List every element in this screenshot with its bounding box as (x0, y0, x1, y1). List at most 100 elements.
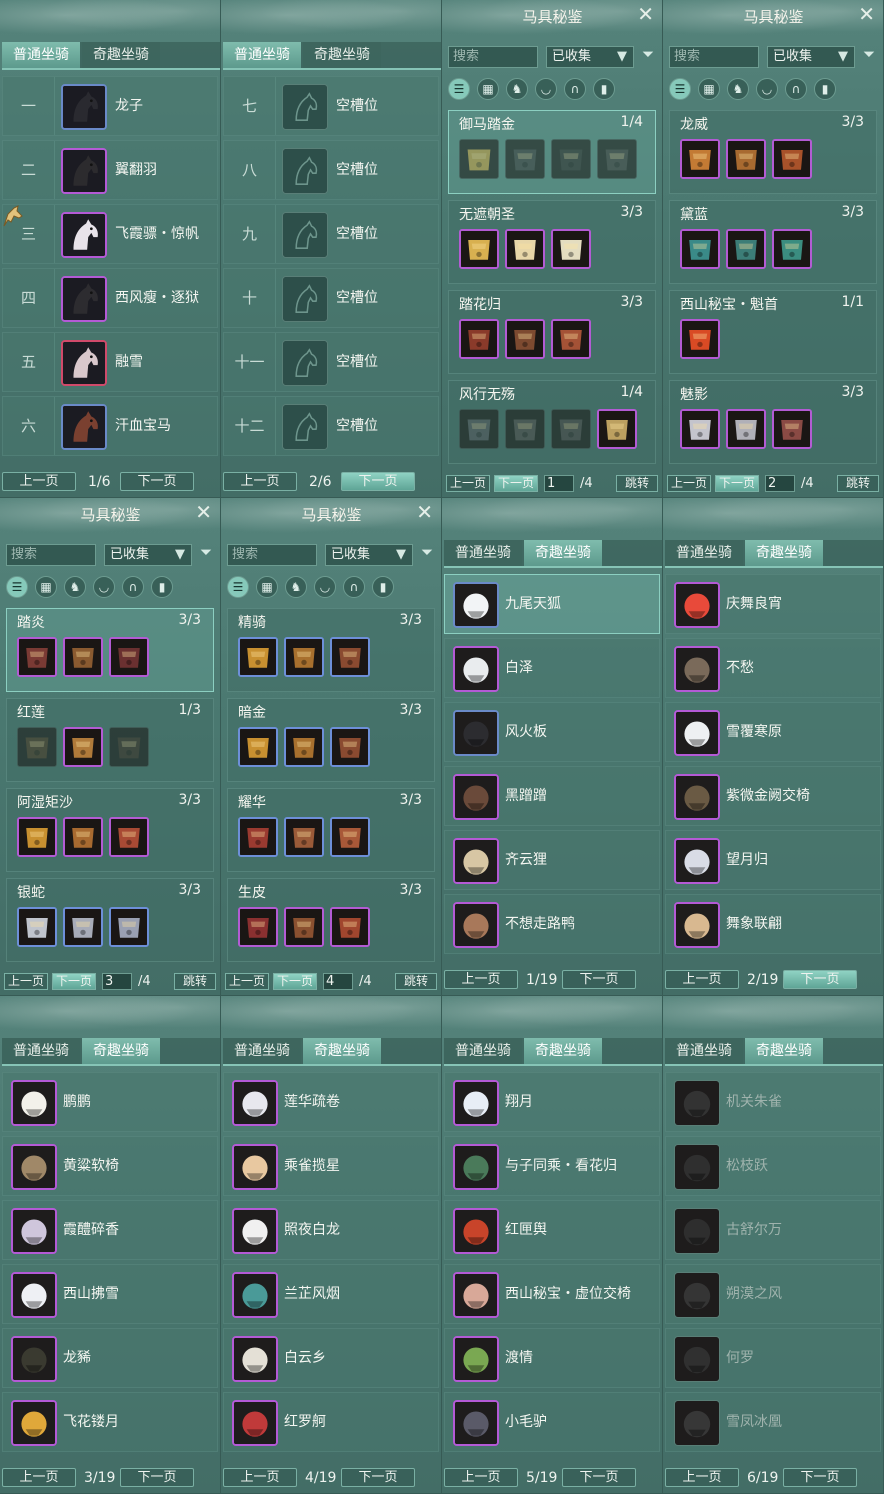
tack-piece-icon[interactable] (17, 817, 57, 857)
fun-mount-row[interactable]: 机关朱雀 (665, 1072, 881, 1132)
tack-piece-icon[interactable] (284, 727, 324, 767)
prev-page-button[interactable]: 上一页 (665, 970, 739, 989)
tack-piece-icon[interactable] (238, 817, 278, 857)
tab-fun-mounts[interactable]: 奇趣坐骑 (82, 42, 160, 68)
tack-piece-icon[interactable] (680, 229, 720, 269)
fun-mount-row[interactable]: 小毛驴 (444, 1392, 660, 1452)
jump-button[interactable]: 跳转 (616, 475, 658, 492)
tack-piece-icon[interactable] (17, 637, 57, 677)
tack-piece-icon[interactable] (772, 139, 812, 179)
tack-piece-icon[interactable] (109, 817, 149, 857)
tack-piece-icon[interactable] (63, 817, 103, 857)
next-page-button[interactable]: 下一页 (783, 970, 857, 989)
page-number-input[interactable]: 1 (544, 475, 574, 492)
tack-piece-icon[interactable] (459, 319, 499, 359)
horse-head-icon[interactable]: ♞ (727, 78, 749, 100)
tack-set-card[interactable]: 暗金 3/3 (227, 698, 435, 782)
next-page-button[interactable]: 下一页 (715, 475, 759, 492)
tab-fun-mounts[interactable]: 奇趣坐骑 (82, 1038, 160, 1064)
tack-piece-icon[interactable] (238, 907, 278, 947)
next-page-button[interactable]: 下一页 (120, 472, 194, 491)
tack-piece-icon[interactable] (330, 727, 370, 767)
horse-head-icon[interactable]: ♞ (506, 78, 528, 100)
next-page-button[interactable]: 下一页 (494, 475, 538, 492)
tack-set-card[interactable]: 阿湿矩沙 3/3 (6, 788, 214, 872)
prev-page-button[interactable]: 上一页 (667, 475, 711, 492)
tack-piece-icon[interactable] (459, 139, 499, 179)
fun-mount-row[interactable]: 鹏鹏 (2, 1072, 218, 1132)
tab-fun-mounts[interactable]: 奇趣坐骑 (524, 540, 602, 566)
prev-page-button[interactable]: 上一页 (446, 475, 490, 492)
page-number-input[interactable]: 4 (323, 973, 353, 990)
prev-page-button[interactable]: 上一页 (2, 1468, 76, 1487)
armor-icon[interactable]: ▮ (593, 78, 615, 100)
fun-mount-row[interactable]: 松枝跃 (665, 1136, 881, 1196)
tack-piece-icon[interactable] (109, 907, 149, 947)
prev-page-button[interactable]: 上一页 (444, 970, 518, 989)
jump-button[interactable]: 跳转 (837, 475, 879, 492)
tack-piece-icon[interactable] (551, 229, 591, 269)
mount-slot-row[interactable]: 九 空槽位 (223, 204, 439, 264)
grid-view-icon[interactable]: ▦ (477, 78, 499, 100)
close-icon[interactable]: ✕ (416, 502, 433, 522)
tack-piece-icon[interactable] (505, 139, 545, 179)
collection-filter-select[interactable]: 已收集 ▼ (325, 544, 413, 566)
prev-page-button[interactable]: 上一页 (4, 973, 48, 990)
horse-head-icon[interactable]: ♞ (64, 576, 86, 598)
tack-piece-icon[interactable] (284, 817, 324, 857)
tack-set-card[interactable]: 踏炎 3/3 (6, 608, 214, 692)
fun-mount-row[interactable]: 望月归 (665, 830, 881, 890)
fun-mount-row[interactable]: 庆舞良宵 (665, 574, 881, 634)
tack-piece-icon[interactable] (726, 409, 766, 449)
fun-mount-row[interactable]: 乘雀揽星 (223, 1136, 439, 1196)
fun-mount-row[interactable]: 黄粱软椅 (2, 1136, 218, 1196)
filter-funnel-icon[interactable]: ⏷ (421, 543, 433, 561)
tack-piece-icon[interactable] (680, 139, 720, 179)
fun-mount-row[interactable]: 西山秘宝・虚位交椅 (444, 1264, 660, 1324)
fun-mount-row[interactable]: 翔月 (444, 1072, 660, 1132)
tack-set-card[interactable]: 西山秘宝・魁首 1/1 (669, 290, 877, 374)
prev-page-button[interactable]: 上一页 (225, 973, 269, 990)
tack-set-card[interactable]: 魅影 3/3 (669, 380, 877, 464)
search-input[interactable]: 搜索 (227, 544, 317, 566)
mount-slot-row[interactable]: 十 空槽位 (223, 268, 439, 328)
tack-piece-icon[interactable] (17, 727, 57, 767)
tack-piece-icon[interactable] (330, 637, 370, 677)
tab-normal-mounts[interactable]: 普通坐骑 (444, 540, 522, 566)
list-view-icon[interactable]: ☰ (669, 78, 691, 100)
tack-piece-icon[interactable] (726, 139, 766, 179)
tack-set-card[interactable]: 耀华 3/3 (227, 788, 435, 872)
filter-funnel-icon[interactable]: ⏷ (642, 45, 654, 63)
prev-page-button[interactable]: 上一页 (2, 472, 76, 491)
tack-piece-icon[interactable] (330, 907, 370, 947)
mount-slot-row[interactable]: 二 翼翻羽 (2, 140, 218, 200)
tab-normal-mounts[interactable]: 普通坐骑 (2, 1038, 80, 1064)
tack-set-card[interactable]: 踏花归 3/3 (448, 290, 656, 374)
fun-mount-row[interactable]: 渡情 (444, 1328, 660, 1388)
search-input[interactable]: 搜索 (6, 544, 96, 566)
list-view-icon[interactable]: ☰ (227, 576, 249, 598)
tack-set-card[interactable]: 御马踏金 1/4 (448, 110, 656, 194)
tab-normal-mounts[interactable]: 普通坐骑 (223, 1038, 301, 1064)
saddle-icon[interactable]: ◡ (535, 78, 557, 100)
saddle-icon[interactable]: ◡ (314, 576, 336, 598)
tack-set-card[interactable]: 生皮 3/3 (227, 878, 435, 962)
search-input[interactable]: 搜索 (448, 46, 538, 68)
list-view-icon[interactable]: ☰ (6, 576, 28, 598)
tack-set-card[interactable]: 无遮朝圣 3/3 (448, 200, 656, 284)
tab-fun-mounts[interactable]: 奇趣坐骑 (745, 1038, 823, 1064)
mount-slot-row[interactable]: 七 空槽位 (223, 76, 439, 136)
horseshoe-icon[interactable]: ∩ (564, 78, 586, 100)
tack-piece-icon[interactable] (63, 907, 103, 947)
tack-set-card[interactable]: 银蛇 3/3 (6, 878, 214, 962)
fun-mount-row[interactable]: 紫微金阙交椅 (665, 766, 881, 826)
page-number-input[interactable]: 3 (102, 973, 132, 990)
tack-piece-icon[interactable] (772, 229, 812, 269)
next-page-button[interactable]: 下一页 (120, 1468, 194, 1487)
page-number-input[interactable]: 2 (765, 475, 795, 492)
tack-piece-icon[interactable] (17, 907, 57, 947)
fun-mount-row[interactable]: 不愁 (665, 638, 881, 698)
fun-mount-row[interactable]: 黑蹭蹭 (444, 766, 660, 826)
collection-filter-select[interactable]: 已收集 ▼ (546, 46, 634, 68)
fun-mount-row[interactable]: 与子同乘・看花归 (444, 1136, 660, 1196)
